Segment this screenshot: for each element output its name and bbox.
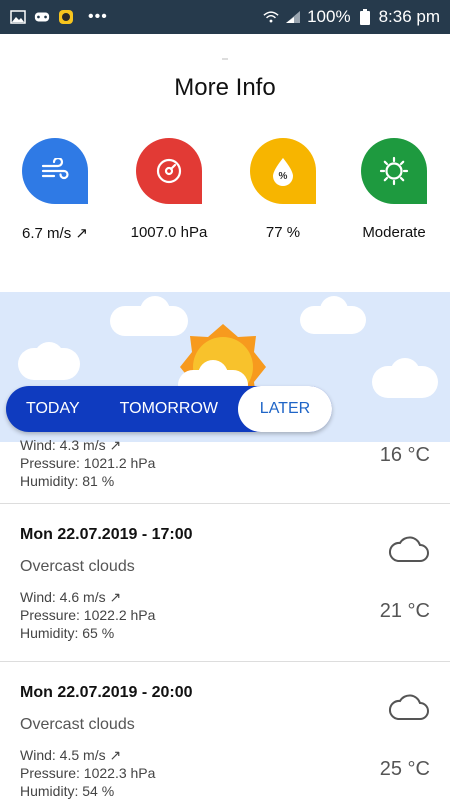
more-notifications-icon: ••• [88,8,108,25]
gauge-icon [136,138,202,204]
app-notification-icon [58,10,74,24]
metric-pressure[interactable]: 1007.0 hPa [114,138,224,241]
status-bar-right: 100% 8:36 pm [263,7,440,27]
cloud-icon [386,692,430,727]
signal-icon [285,10,301,24]
tab-later[interactable]: LATER [238,386,332,432]
wifi-icon [263,10,279,24]
tab-today[interactable]: TODAY [6,386,100,432]
pressure-value: 1007.0 hPa [130,224,208,241]
wind-line: Wind: 4.5 m/s ↗ [20,747,122,763]
sheet-handle[interactable] [222,58,228,60]
cloud-illustration [34,342,64,372]
temperature: 21 °C [379,600,430,622]
forecast-date: Mon 22.07.2019 - 17:00 [20,526,193,543]
humidity-value: 77 % [265,224,301,241]
wind-line: Wind: 4.6 m/s ↗ [20,589,122,605]
svg-text:%: % [279,171,288,182]
forecast-item[interactable]: Wind: 4.3 m/s ↗ Pressure: 1021.2 hPa Hum… [0,436,450,504]
cloud-illustration [320,296,348,324]
pressure-line: Pressure: 1021.2 hPa [20,455,156,471]
tab-tomorrow[interactable]: TOMORROW [100,386,238,432]
forecast-description: Overcast clouds [20,558,135,575]
metric-humidity[interactable]: % 77 % [228,138,338,241]
wind-icon [22,138,88,204]
forecast-item[interactable]: Mon 22.07.2019 - 17:00 Overcast clouds W… [0,504,450,662]
forecast-tabs: TODAY TOMORROW LATER [6,386,332,432]
wind-line: Wind: 4.3 m/s ↗ [20,437,122,453]
status-bar-left: ••• [10,8,108,26]
temperature: 16 °C [379,444,430,466]
metric-uv[interactable]: Moderate [339,138,449,241]
sun-icon [361,138,427,204]
forecast-item[interactable]: Mon 22.07.2019 - 20:00 Overcast clouds W… [0,662,450,802]
page-title: More Info [174,74,276,101]
humidity-line: Humidity: 65 % [20,625,115,641]
forecast-list[interactable]: Wind: 4.3 m/s ↗ Pressure: 1021.2 hPa Hum… [0,437,450,802]
battery-icon [357,9,373,25]
forecast-date: Mon 22.07.2019 - 20:00 [20,684,193,701]
status-bar: ••• 100% 8:36 pm [0,0,450,34]
humidity-line: Humidity: 81 % [20,473,115,489]
battery-percent: 100% [307,7,351,26]
game-notification-icon [34,10,50,24]
metrics-row: 6.7 m/s ↗ 1007.0 hPa % 77 % Moderate [0,138,450,248]
pressure-line: Pressure: 1022.3 hPa [20,765,156,781]
metric-wind[interactable]: 6.7 m/s ↗ [0,138,110,242]
pressure-line: Pressure: 1022.2 hPa [20,607,156,623]
humidity-line: Humidity: 54 % [20,783,115,799]
cloud-icon [386,534,430,569]
image-notification-icon [10,10,26,24]
cloud-illustration [140,296,170,326]
cloud-illustration [390,358,420,388]
clock: 8:36 pm [378,7,440,26]
uv-value: Moderate [362,224,426,241]
wind-value: 6.7 m/s ↗ [22,225,88,242]
forecast-description: Overcast clouds [20,716,135,733]
temperature: 25 °C [379,758,430,780]
humidity-drop-icon: % [250,138,316,204]
